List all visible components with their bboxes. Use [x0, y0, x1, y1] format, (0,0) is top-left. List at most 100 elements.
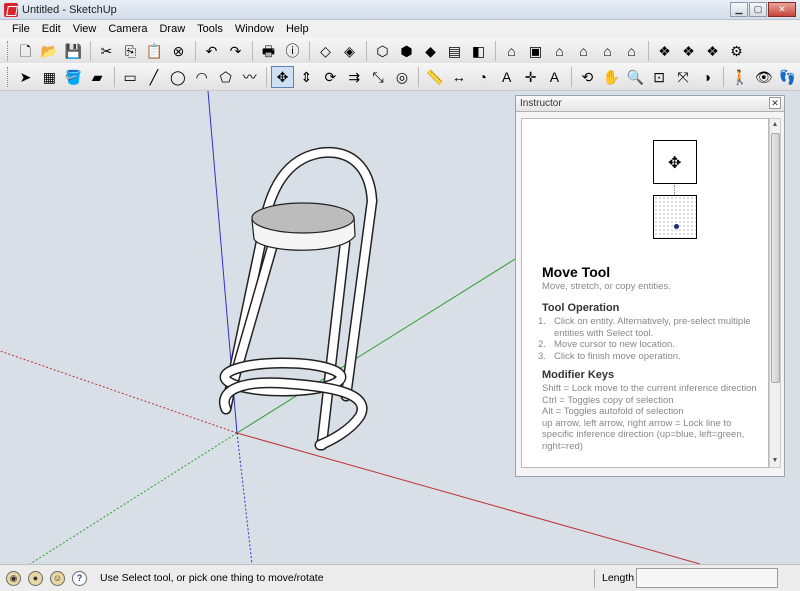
list-item: 2. Move cursor to new location. [538, 339, 675, 350]
scroll-thumb[interactable] [771, 133, 780, 383]
text-icon[interactable]: A [495, 66, 518, 88]
shaded-textures-icon[interactable]: ▤ [443, 40, 466, 62]
back-edges-icon[interactable]: ◈ [338, 40, 361, 62]
maximize-button[interactable]: ▢ [749, 2, 767, 17]
scale-icon[interactable]: ⤡ [367, 66, 390, 88]
look-around-icon[interactable]: 👁 [752, 66, 775, 88]
share-component-icon[interactable]: ❖ [701, 40, 724, 62]
zoom-extents-icon[interactable]: ⤧ [672, 66, 695, 88]
list-item: 1. Click on entity. Alternatively, pre-se… [538, 316, 751, 339]
close-button[interactable]: ✕ [768, 2, 796, 17]
new-icon[interactable]: 🗋 [14, 40, 37, 62]
instructor-content: ✥ Move Tool Move, stretch, or copy entit… [521, 118, 769, 468]
window-title: Untitled - SketchUp [22, 3, 117, 16]
get-models-icon[interactable]: ❖ [653, 40, 676, 62]
wireframe-icon[interactable]: ⬡ [371, 40, 394, 62]
status-divider [594, 569, 595, 588]
right-view-icon[interactable]: ⌂ [572, 40, 595, 62]
zoom-icon[interactable]: 🔍 [624, 66, 647, 88]
offset-icon[interactable]: ◎ [391, 66, 414, 88]
xray-icon[interactable]: ◇ [314, 40, 337, 62]
previous-view-icon[interactable]: ◑ [695, 66, 718, 88]
iso-view-icon[interactable]: ⌂ [500, 40, 523, 62]
menu-file[interactable]: File [6, 20, 36, 38]
green-axis [236, 255, 521, 434]
measurements-label: Length [602, 572, 635, 584]
scroll-up-icon[interactable]: ▲ [770, 119, 780, 131]
front-view-icon[interactable]: ⌂ [548, 40, 571, 62]
move-icon[interactable]: ✥ [271, 65, 294, 88]
protractor-icon[interactable]: ◔ [471, 66, 494, 88]
menu-tools[interactable]: Tools [191, 20, 229, 38]
instructor-close-button[interactable]: ✕ [769, 97, 781, 109]
rotate-icon[interactable]: ⟳ [319, 66, 342, 88]
move-demo-before: ✥ [653, 140, 697, 184]
3d-text-icon[interactable]: A [543, 66, 566, 88]
instructor-help-icon[interactable]: ? [72, 570, 87, 586]
menu-bar: File Edit View Camera Draw Tools Window … [0, 20, 800, 38]
user-icon[interactable]: ☺ [50, 570, 65, 586]
erase-icon[interactable]: ⊗ [167, 40, 190, 62]
position-camera-icon[interactable]: 🚶 [728, 66, 751, 88]
polygon-icon[interactable]: ⬠ [214, 66, 237, 88]
toolbar-separator [252, 40, 253, 61]
back-view-icon[interactable]: ⌂ [596, 40, 619, 62]
menu-edit[interactable]: Edit [36, 20, 67, 38]
monochrome-icon[interactable]: ◧ [467, 40, 490, 62]
make-component-icon[interactable]: ▦ [38, 66, 61, 88]
instructor-scrollbar[interactable]: ▲ ▼ [769, 118, 781, 468]
minimize-button[interactable]: ▁ [730, 2, 748, 17]
extension-warehouse-icon[interactable]: ⚙ [725, 40, 748, 62]
scroll-down-icon[interactable]: ▼ [770, 455, 780, 467]
walk-icon[interactable]: 👣 [776, 66, 799, 88]
orbit-icon[interactable]: ⟲ [576, 66, 599, 88]
toolbar-grip[interactable] [7, 40, 11, 61]
push-pull-icon[interactable]: ⇕ [295, 66, 318, 88]
eraser-icon[interactable]: ▰ [86, 66, 109, 88]
axes-icon[interactable]: ✛ [519, 66, 542, 88]
menu-camera[interactable]: Camera [102, 20, 153, 38]
toolbar-separator [495, 40, 496, 61]
select-icon[interactable]: ➤ [14, 66, 37, 88]
paste-icon[interactable]: 📋 [143, 40, 166, 62]
cut-icon[interactable]: ✂ [95, 40, 118, 62]
paint-bucket-icon[interactable]: 🪣 [62, 66, 85, 88]
menu-view[interactable]: View [67, 20, 103, 38]
list-item: Ctrl = Toggles copy of selection [542, 394, 674, 406]
menu-draw[interactable]: Draw [153, 20, 191, 38]
shaded-icon[interactable]: ◆ [419, 40, 442, 62]
modifier-keys-heading: Modifier Keys [542, 369, 615, 381]
top-view-icon[interactable]: ▣ [524, 40, 547, 62]
arc-icon[interactable]: ◠ [190, 66, 213, 88]
redo-icon[interactable]: ↷ [224, 40, 247, 62]
instructor-header: Instructor ✕ [516, 96, 784, 112]
dimension-icon[interactable]: ↔ [447, 66, 470, 88]
list-item: Shift = Lock move to the current inferen… [542, 383, 757, 394]
follow-me-icon[interactable]: ⇉ [343, 66, 366, 88]
copy-icon[interactable]: ⎘ [119, 40, 142, 62]
credits-icon[interactable]: ● [28, 570, 43, 586]
geo-location-icon[interactable]: ◉ [6, 570, 21, 586]
share-model-icon[interactable]: ❖ [677, 40, 700, 62]
measurements-input[interactable] [636, 568, 778, 588]
toolbar-grip[interactable] [7, 66, 11, 87]
pan-icon[interactable]: ✋ [600, 66, 623, 88]
undo-icon[interactable]: ↶ [200, 40, 223, 62]
zoom-window-icon[interactable]: ⊡ [648, 66, 671, 88]
line-icon[interactable]: ╱ [143, 66, 166, 88]
hidden-line-icon[interactable]: ⬢ [395, 40, 418, 62]
left-view-icon[interactable]: ⌂ [620, 40, 643, 62]
print-icon[interactable]: 🖶 [257, 40, 280, 62]
list-item: 3. Click to finish move operation. [538, 350, 681, 362]
circle-icon[interactable]: ◯ [166, 66, 189, 88]
menu-help[interactable]: Help [280, 20, 315, 38]
toolbar-separator [266, 66, 268, 87]
freehand-icon[interactable]: 〰 [238, 66, 261, 88]
save-icon[interactable]: 💾 [62, 40, 85, 62]
tape-measure-icon[interactable]: 📏 [423, 66, 446, 88]
rectangle-icon[interactable]: ▭ [119, 66, 142, 88]
open-icon[interactable]: 📂 [38, 40, 61, 62]
model-info-icon[interactable]: ⓘ [281, 40, 304, 62]
menu-window[interactable]: Window [229, 20, 280, 38]
large-tool-set-toolbar: ➤ ▦ 🪣 ▰ ▭ ╱ ◯ ◠ ⬠ 〰 ✥ ⇕ ⟳ ⇉ ⤡ ◎ 📏 ↔ ◔ A ✛ A ⟲ ✋ 🔍 ⊡ ⤧ ◑ 🚶 👁 👣 [0, 63, 800, 91]
